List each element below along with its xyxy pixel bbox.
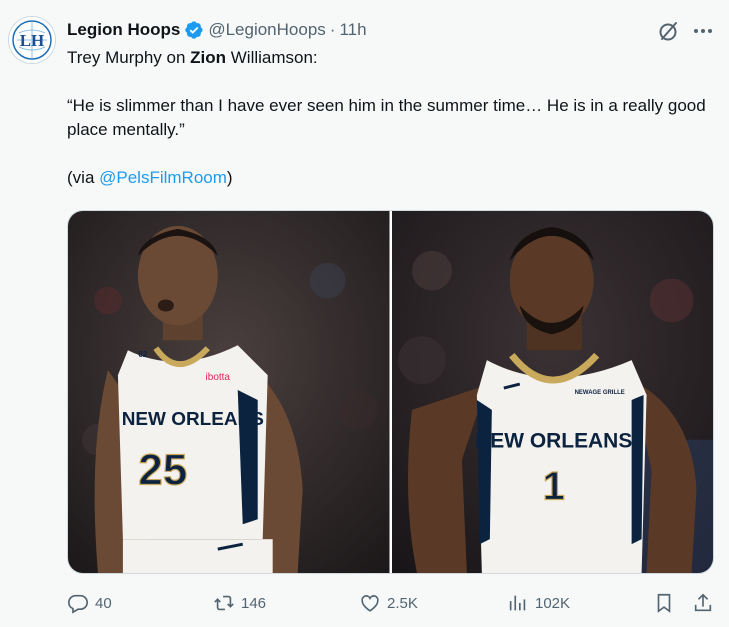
handle[interactable]: @LegionHoops xyxy=(208,20,325,40)
reply-count: 40 xyxy=(95,594,112,612)
like-icon xyxy=(361,595,379,612)
grok-icon[interactable] xyxy=(657,19,681,43)
like-button[interactable]: 2.5K xyxy=(359,590,418,616)
mention-link[interactable]: @PelsFilmRoom xyxy=(99,168,227,187)
left-jersey-text: NEW ORLEANS xyxy=(122,409,264,430)
via-suffix: ) xyxy=(226,168,233,187)
avatar[interactable]: LH xyxy=(8,16,56,64)
display-name[interactable]: Legion Hoops xyxy=(67,20,180,40)
retweet-icon xyxy=(214,595,234,611)
tweet-text: Trey Murphy on Zion Williamson: “He is s… xyxy=(67,46,707,190)
action-bar: 40 146 2.5K 102K xyxy=(67,590,717,616)
views-icon xyxy=(509,595,526,611)
more-icon[interactable] xyxy=(690,19,716,43)
like-count: 2.5K xyxy=(387,594,418,612)
svg-text:LH: LH xyxy=(20,31,45,50)
tweet-line-1: Trey Murphy on Zion Williamson: xyxy=(67,46,707,70)
retweet-button[interactable]: 146 xyxy=(213,590,266,616)
left-shoulder-number: 62 xyxy=(138,350,147,359)
line1-bold: Zion xyxy=(190,48,227,67)
right-jersey-text: NEW ORLEANS xyxy=(475,430,632,453)
tweet-quote: “He is slimmer than I have ever seen him… xyxy=(67,96,706,139)
photo-trey-murphy[interactable]: NEW ORLEANS 25 ibotta 62 xyxy=(68,211,390,573)
views-count: 102K xyxy=(535,594,571,612)
tweet-header: Legion Hoops @LegionHoops · 11h xyxy=(67,19,367,41)
retweet-count: 146 xyxy=(241,594,267,612)
legion-hoops-logo-icon: LH xyxy=(12,20,52,60)
tweet-via: (via @PelsFilmRoom) xyxy=(67,166,707,190)
reply-icon xyxy=(68,594,88,614)
via-prefix: (via xyxy=(67,168,100,187)
verified-badge-icon[interactable] xyxy=(184,20,204,40)
bookmark-icon xyxy=(657,593,671,613)
line1-prefix: Trey Murphy on xyxy=(67,48,191,67)
media-grid: NEW ORLEANS 25 ibotta 62 NEW ORLEANS 1 N… xyxy=(67,210,714,574)
reply-button[interactable]: 40 xyxy=(67,590,112,616)
right-chest-badge: NEWAGE GRILLE xyxy=(574,390,624,396)
line1-suffix: Williamson: xyxy=(226,48,318,67)
timestamp[interactable]: 11h xyxy=(339,20,366,40)
separator-dot: · xyxy=(329,20,336,39)
photo-zion-williamson[interactable]: NEW ORLEANS 1 NEWAGE GRILLE xyxy=(391,211,713,573)
bookmark-button[interactable] xyxy=(653,590,675,616)
tweet: LH Legion Hoops @LegionHoops · 11h Trey … xyxy=(0,0,729,627)
left-chest-badge: ibotta xyxy=(206,372,231,383)
left-jersey-number: 25 xyxy=(138,446,187,495)
right-jersey-number: 1 xyxy=(542,464,564,508)
share-icon xyxy=(694,593,712,612)
views-button[interactable]: 102K xyxy=(507,590,570,616)
share-button[interactable] xyxy=(692,590,714,616)
